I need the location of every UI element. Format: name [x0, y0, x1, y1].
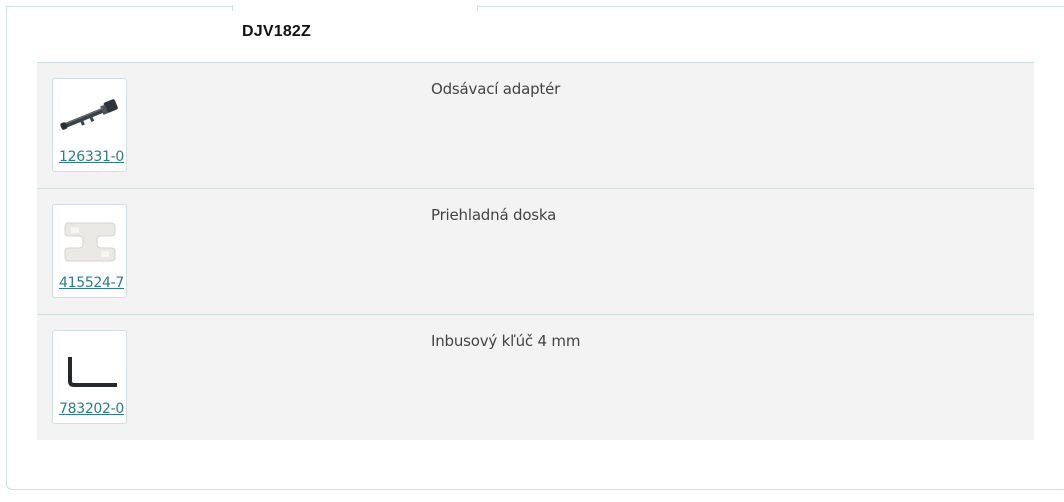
- table-row: 415524-7 Priehladná doska: [37, 188, 1034, 314]
- table-row: 783202-0 Inbusový kľúč 4 mm: [37, 314, 1034, 440]
- transparent-plate-icon: [64, 222, 116, 262]
- model-title: DJV182Z: [242, 23, 311, 40]
- table-row: 126331-0 Odsávací adaptér: [37, 62, 1034, 188]
- part-number-link[interactable]: 126331-0: [59, 149, 124, 165]
- hex-key-icon: [68, 357, 117, 387]
- part-thumbnail-card[interactable]: 783202-0: [52, 330, 127, 424]
- part-thumbnail-card[interactable]: 415524-7: [52, 204, 127, 298]
- parts-table: 126331-0 Odsávací adaptér 415524-7 Prieh…: [37, 62, 1034, 440]
- part-name: Odsávací adaptér: [431, 80, 561, 98]
- part-name: Priehladná doska: [431, 206, 557, 224]
- part-number-link[interactable]: 415524-7: [59, 275, 124, 291]
- part-thumbnail-card[interactable]: 126331-0: [52, 78, 127, 172]
- dust-adapter-icon: [60, 99, 118, 130]
- part-name: Inbusový kľúč 4 mm: [431, 332, 581, 350]
- part-number-link[interactable]: 783202-0: [59, 401, 124, 417]
- active-tab-notch: [232, 5, 478, 11]
